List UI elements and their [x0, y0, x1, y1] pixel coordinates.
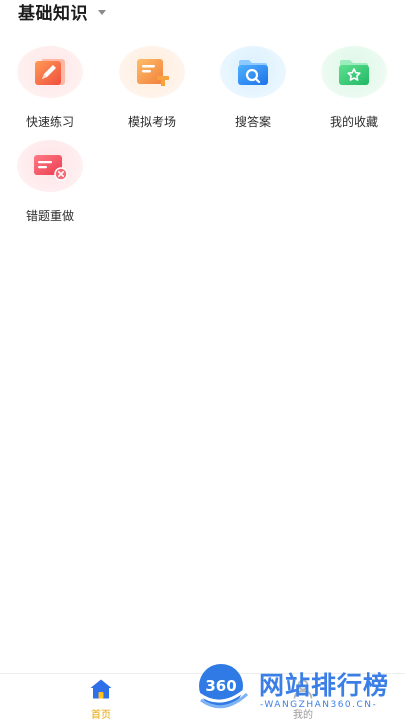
- tile-quick-practice[interactable]: 快速练习: [2, 46, 98, 130]
- tab-home[interactable]: 首页: [71, 678, 131, 721]
- watermark-en-text: -WANGZHAN360.CN-: [260, 700, 378, 710]
- tile-bubble: [17, 140, 83, 192]
- caret-down-icon[interactable]: [98, 9, 106, 15]
- watermark-logo-icon: 360: [198, 664, 249, 709]
- watermark-cn-text: 网站排行榜: [259, 671, 390, 700]
- tile-label: 搜答案: [234, 115, 271, 129]
- tile-label: 快速练习: [25, 115, 74, 129]
- tile-search-answers[interactable]: 搜答案: [205, 46, 301, 130]
- watermark-logo-text: 360: [205, 677, 236, 695]
- section-header[interactable]: 基础知识: [18, 0, 106, 24]
- tile-bubble: [321, 46, 387, 98]
- error-card-icon: [34, 155, 68, 181]
- tile-wrong-questions[interactable]: 错题重做: [2, 140, 98, 224]
- pencil-note-icon: [35, 59, 65, 85]
- watermark: 360 网站排行榜 -WANGZHAN360.CN-: [193, 658, 403, 718]
- tile-label: 错题重做: [25, 209, 74, 223]
- tab-home-label: 首页: [91, 710, 111, 721]
- tile-mock-exam[interactable]: 模拟考场: [104, 46, 200, 130]
- tile-bubble: [220, 46, 286, 98]
- exam-podium-icon: [137, 59, 169, 86]
- tile-label: 我的收藏: [329, 115, 378, 129]
- tile-label: 模拟考场: [127, 115, 176, 129]
- home-icon: [90, 679, 112, 699]
- section-title: 基础知识: [18, 3, 88, 24]
- search-folder-icon: [238, 60, 268, 85]
- tile-my-favorites[interactable]: 我的收藏: [306, 46, 402, 130]
- tile-bubble: [119, 46, 185, 98]
- tile-bubble: [17, 46, 83, 98]
- star-folder-icon: [339, 60, 369, 85]
